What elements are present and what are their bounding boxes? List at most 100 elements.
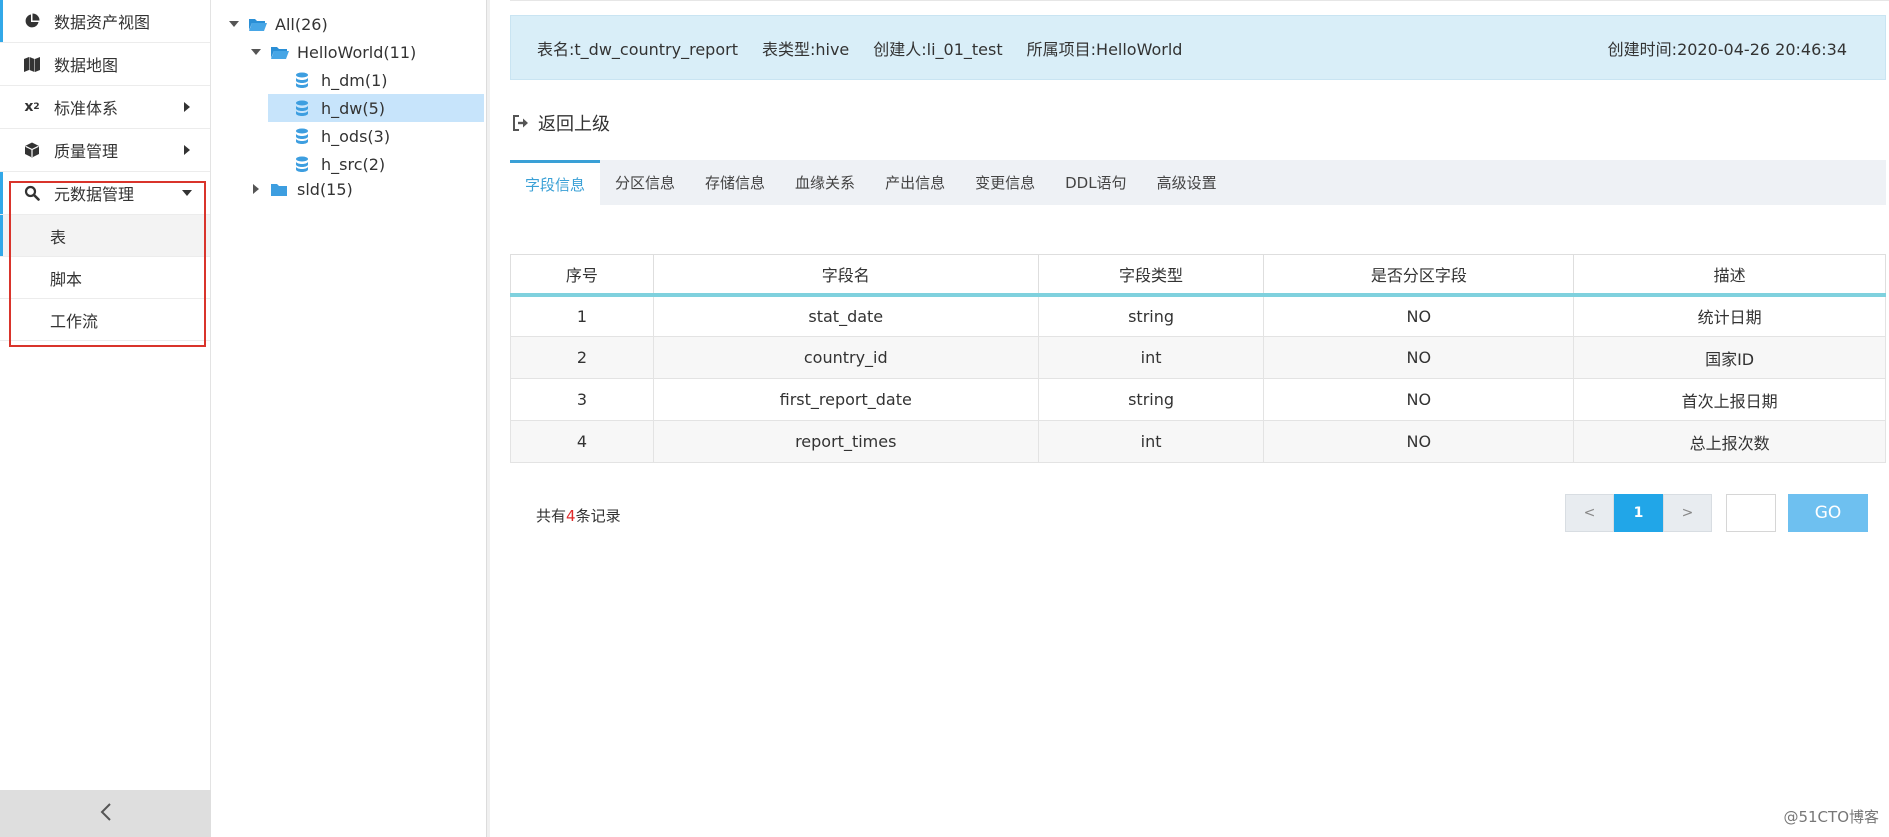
nav-item-label: 质量管理	[54, 142, 119, 161]
folder-icon	[271, 181, 289, 197]
database-icon	[295, 72, 313, 88]
header-description: 描述	[1573, 254, 1886, 297]
sub-item-script[interactable]: 脚本	[0, 257, 210, 299]
tree-node-helloworld[interactable]: HelloWorld(11)	[249, 38, 416, 66]
project-tree: All(26) HelloWorld(11) h_dm(1) h_dw(5) h…	[212, 0, 488, 837]
tree-node-label: HelloWorld(11)	[297, 42, 417, 62]
chevron-left-icon	[100, 802, 112, 825]
table-row: 3 first_report_date string NO 首次上报日期	[510, 378, 1886, 421]
created-time: 创建时间:2020-04-26 20:46:34	[1607, 39, 1847, 59]
tree-node-label: h_src(2)	[321, 154, 386, 174]
nav-item-label: 元数据管理	[54, 185, 135, 204]
search-icon	[22, 183, 42, 203]
table-type: 表类型:hive	[761, 39, 850, 59]
cell-description: 国家ID	[1573, 336, 1886, 379]
prev-page-button[interactable]: <	[1565, 494, 1614, 532]
cell-description: 统计日期	[1573, 294, 1886, 337]
tree-node-label: h_ods(3)	[321, 126, 391, 146]
table-row: 1 stat_date string NO 统计日期	[510, 294, 1886, 337]
nav-item-label: 数据资产视图	[54, 13, 151, 32]
folder-open-icon	[271, 44, 289, 60]
cell-description: 总上报次数	[1573, 420, 1886, 463]
table-creator: 创建人:li_01_test	[873, 39, 1003, 59]
cell-field-type: string	[1037, 378, 1265, 421]
nav-item-asset-view[interactable]: 数据资产视图	[0, 0, 210, 43]
sidebar: 数据资产视图 数据地图 x2 标准体系 质量管理 元数据管理 表 脚本 工作流	[0, 0, 211, 837]
caret-down-icon[interactable]	[227, 21, 241, 27]
nav-item-label: 数据地图	[54, 56, 119, 75]
chevron-right-icon	[184, 102, 190, 112]
tree-node-h-ods[interactable]: h_ods(3)	[295, 122, 390, 150]
record-count: 共有4条记录	[536, 505, 621, 526]
cell-field-name: stat_date	[652, 294, 1039, 337]
tab-partition-info[interactable]: 分区信息	[600, 160, 690, 205]
cell-field-type: string	[1037, 294, 1265, 337]
divider	[510, 0, 1889, 1]
table-project: 所属项目:HelloWorld	[1026, 39, 1183, 59]
collapse-sidebar-button[interactable]	[0, 790, 211, 837]
go-button[interactable]: GO	[1788, 494, 1868, 532]
tree-node-all[interactable]: All(26)	[227, 10, 328, 38]
tab-lineage[interactable]: 血缘关系	[780, 160, 870, 205]
sub-item-label: 脚本	[50, 269, 83, 289]
main-content: 表名:t_dw_country_report 表类型:hive 创建人:li_0…	[510, 0, 1889, 837]
tree-node-h-src[interactable]: h_src(2)	[295, 150, 385, 178]
sign-out-icon	[512, 115, 530, 131]
chevron-down-icon	[182, 190, 192, 196]
cell-index: 1	[510, 294, 654, 337]
page-jump-input[interactable]	[1726, 494, 1776, 532]
nav-item-data-map[interactable]: 数据地图	[0, 43, 210, 86]
sub-item-table[interactable]: 表	[0, 215, 210, 257]
record-count-prefix: 共有	[536, 507, 567, 525]
map-icon	[22, 54, 42, 74]
splitter[interactable]	[486, 0, 490, 837]
cell-description: 首次上报日期	[1573, 378, 1886, 421]
back-link[interactable]: 返回上级	[512, 110, 610, 136]
tree-node-label: h_dm(1)	[321, 70, 388, 90]
subscript-icon: x2	[24, 99, 40, 115]
cell-index: 4	[510, 420, 654, 463]
tab-field-info[interactable]: 字段信息	[510, 160, 601, 205]
nav-item-label: 标准体系	[54, 99, 119, 118]
table-header-row: 序号 字段名 字段类型 是否分区字段 描述	[510, 254, 1886, 297]
nav-item-quality[interactable]: 质量管理	[0, 129, 210, 172]
pie-chart-icon	[22, 11, 42, 31]
page-button-current[interactable]: 1	[1614, 494, 1663, 532]
tab-change-info[interactable]: 变更信息	[960, 160, 1050, 205]
database-icon	[295, 100, 313, 116]
cell-index: 2	[510, 336, 654, 379]
caret-right-icon[interactable]	[249, 184, 263, 194]
tree-node-label: sld(15)	[297, 179, 353, 199]
cell-is-partition: NO	[1263, 336, 1575, 379]
cell-field-type: int	[1037, 420, 1265, 463]
cell-is-partition: NO	[1263, 420, 1575, 463]
database-icon	[295, 128, 313, 144]
cell-index: 3	[510, 378, 654, 421]
cell-field-name: first_report_date	[652, 378, 1039, 421]
table-row: 2 country_id int NO 国家ID	[510, 336, 1886, 379]
cell-is-partition: NO	[1263, 378, 1575, 421]
nav-item-standards[interactable]: x2 标准体系	[0, 86, 210, 129]
tree-node-h-dw[interactable]: h_dw(5)	[268, 94, 484, 122]
table-info-bar: 表名:t_dw_country_report 表类型:hive 创建人:li_0…	[510, 15, 1886, 80]
tab-storage-info[interactable]: 存储信息	[690, 160, 780, 205]
sub-item-workflow[interactable]: 工作流	[0, 299, 210, 341]
header-field-type: 字段类型	[1037, 254, 1265, 297]
tree-node-h-dm[interactable]: h_dm(1)	[295, 66, 445, 94]
tab-ddl[interactable]: DDL语句	[1050, 160, 1141, 205]
tab-advanced-settings[interactable]: 高级设置	[1142, 160, 1232, 205]
back-label: 返回上级	[538, 114, 610, 135]
caret-down-icon[interactable]	[249, 49, 263, 55]
sub-item-label: 表	[50, 227, 67, 247]
next-page-button[interactable]: >	[1663, 494, 1712, 532]
cell-field-name: report_times	[652, 420, 1039, 463]
tree-node-sld[interactable]: sld(15)	[249, 175, 353, 203]
tab-output-info[interactable]: 产出信息	[870, 160, 960, 205]
header-index: 序号	[510, 254, 654, 297]
table-row: 4 report_times int NO 总上报次数	[510, 420, 1886, 463]
tree-node-label: All(26)	[275, 14, 328, 34]
cell-is-partition: NO	[1263, 294, 1575, 337]
nav-item-metadata[interactable]: 元数据管理	[0, 172, 210, 215]
record-count-number: 4	[566, 507, 576, 525]
chevron-right-icon	[184, 145, 190, 155]
